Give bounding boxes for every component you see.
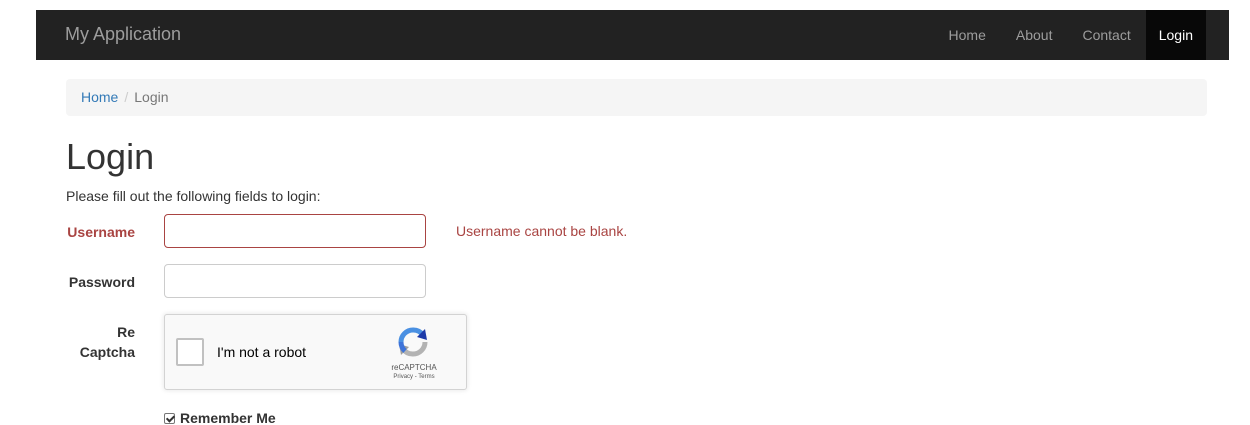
recaptcha-checkbox[interactable] xyxy=(176,338,204,366)
nav-item-about[interactable]: About xyxy=(1001,10,1068,60)
password-label: Password xyxy=(68,274,135,290)
recaptcha-checkbox-label: I'm not a robot xyxy=(217,344,307,360)
remember-me[interactable]: Remember Me xyxy=(164,409,276,425)
page-title: Login xyxy=(66,136,155,177)
recaptcha-label: Re Captcha xyxy=(0,322,135,362)
username-error-message: Username cannot be blank. xyxy=(456,223,628,239)
remember-me-label: Remember Me xyxy=(180,410,276,425)
nav-menu: Home About Contact Login xyxy=(934,10,1206,60)
password-input[interactable] xyxy=(164,264,426,298)
breadcrumb-home-link[interactable]: Home xyxy=(81,89,118,105)
navbar: My Application Home About Contact Login xyxy=(36,10,1229,60)
form-instructions: Please fill out the following fields to … xyxy=(66,188,321,204)
page: My Application Home About Contact Login … xyxy=(0,0,1250,425)
nav-item-home[interactable]: Home xyxy=(934,10,1001,60)
recaptcha-widget: I'm not a robot reCAPTCHA Privacy - Term… xyxy=(164,314,467,390)
recaptcha-label-line2: Captcha xyxy=(79,344,135,360)
breadcrumb: Home / Login xyxy=(66,79,1207,116)
username-label: Username xyxy=(67,224,135,240)
nav-item-login[interactable]: Login xyxy=(1145,10,1206,60)
breadcrumb-separator: / xyxy=(124,89,129,105)
nav-item-contact[interactable]: Contact xyxy=(1067,10,1145,60)
recaptcha-label-line1: Re xyxy=(117,324,135,340)
username-input[interactable] xyxy=(164,214,426,248)
brand-link[interactable]: My Application xyxy=(65,10,181,60)
remember-me-checkbox[interactable] xyxy=(164,412,175,424)
recaptcha-brand: reCAPTCHA xyxy=(391,363,437,372)
breadcrumb-current: Login xyxy=(134,89,169,105)
recaptcha-privacy-terms[interactable]: Privacy - Terms xyxy=(370,373,458,381)
recaptcha-logo-icon xyxy=(398,327,428,357)
